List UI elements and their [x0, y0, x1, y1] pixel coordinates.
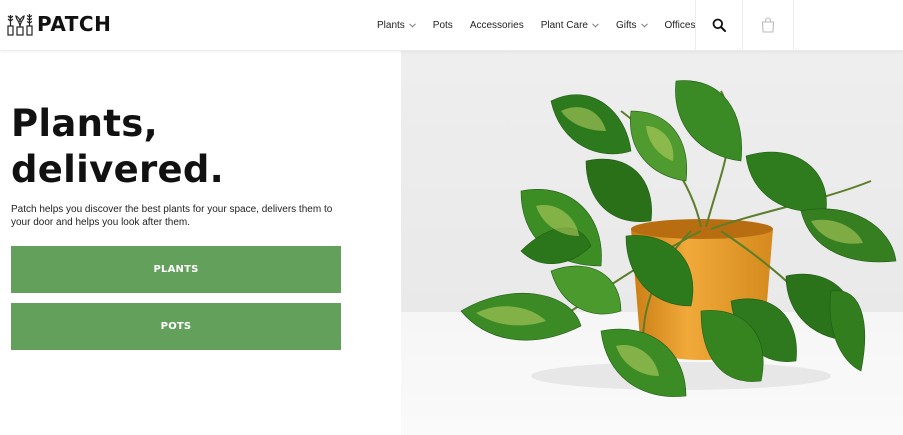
nav-item-label: Gifts — [615, 19, 637, 31]
nav-item-gifts[interactable]: Gifts — [616, 20, 648, 31]
search-icon — [712, 18, 726, 32]
hero-text-panel: Plants, delivered. Patch helps you disco… — [0, 51, 401, 435]
nav-item-accessories[interactable]: Accessories — [470, 20, 524, 31]
brand-logo[interactable]: PATCH — [7, 11, 111, 37]
hero-subtext: Patch helps you discover the best plants… — [11, 204, 333, 228]
nav-item-offices[interactable]: Offices — [665, 20, 696, 31]
hero-headline: Plants, delivered. — [11, 101, 391, 193]
nav-item-label: Plants — [377, 19, 405, 31]
hero-headline-line: Plants, — [11, 102, 158, 145]
brand-name: PATCH — [37, 12, 112, 36]
cart-button[interactable] — [742, 0, 794, 50]
shop-pots-button[interactable]: POTS — [11, 303, 341, 350]
main-nav: Plants Pots Accessories Plant Care Gifts… — [377, 0, 695, 50]
search-button[interactable] — [695, 0, 742, 50]
chevron-down-icon — [408, 22, 416, 28]
hero-headline-line: delivered. — [11, 148, 225, 191]
nav-item-label: Pots — [432, 19, 453, 31]
plant-sprig-icon — [7, 14, 33, 36]
hero-image — [401, 51, 903, 435]
nav-item-label: Accessories — [469, 19, 524, 31]
shop-plants-button[interactable]: PLANTS — [11, 246, 341, 293]
site-header: PATCH Plants Pots Accessories Plant Care… — [0, 0, 903, 51]
nav-item-pots[interactable]: Pots — [433, 20, 453, 31]
chevron-down-icon — [592, 22, 599, 28]
nav-item-label: Offices — [664, 19, 696, 31]
shopping-bag-icon — [761, 17, 775, 33]
nav-item-plants[interactable]: Plants — [377, 20, 416, 31]
chevron-down-icon — [640, 22, 648, 28]
pothos-plant-illustration — [401, 51, 903, 435]
nav-item-plant-care[interactable]: Plant Care — [541, 20, 599, 31]
nav-item-label: Plant Care — [540, 19, 588, 31]
